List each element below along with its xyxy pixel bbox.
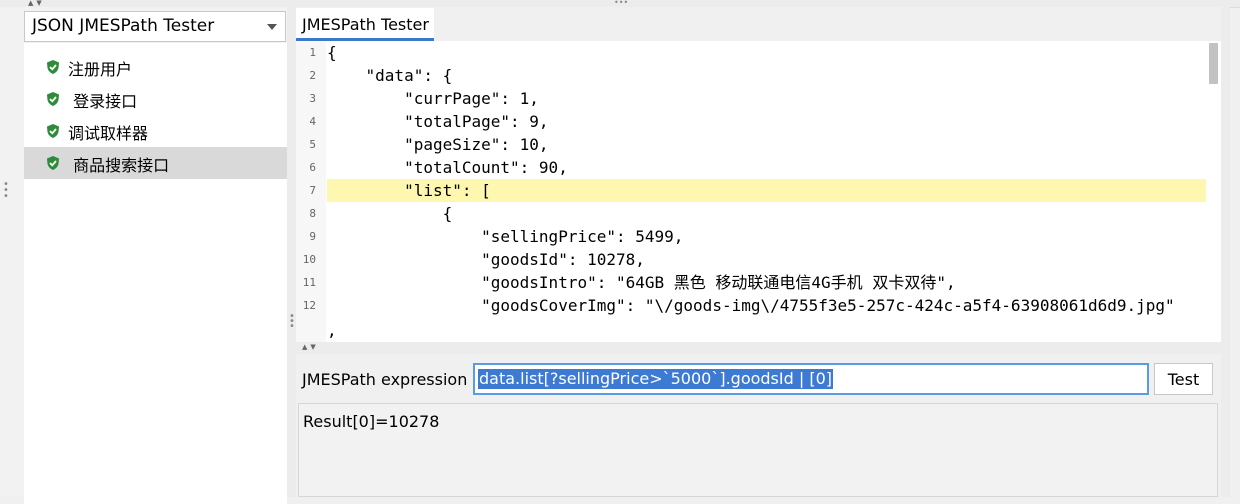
result-text: Result[0]=10278 (303, 412, 440, 431)
code-line: , (327, 321, 337, 340)
line-number: 2 (309, 69, 316, 82)
tab-jmespath-tester[interactable]: JMESPath Tester (296, 8, 434, 41)
line-number: 10 (302, 253, 316, 266)
test-button[interactable]: Test (1154, 363, 1213, 395)
right-edge-splitter[interactable] (1221, 7, 1230, 497)
code-line: "list": [ (327, 181, 491, 200)
code-line: "sellingPrice": 5499, (327, 227, 684, 246)
line-number: 12 (302, 299, 316, 312)
tree-item-debug-sampler[interactable]: 调试取样器 (24, 115, 287, 147)
code-line: "data": { (327, 66, 453, 85)
code-line: "goodsIntro": "64GB 黑色 移动联通电信4G手机 双卡双待", (327, 273, 956, 292)
horizontal-splitter[interactable]: ▲▼ (296, 342, 1221, 354)
vertical-splitter[interactable]: • • • (287, 7, 296, 497)
drag-dots-icon: ••• (289, 311, 295, 332)
code-line: "totalCount": 90, (327, 158, 568, 177)
test-button-label: Test (1167, 370, 1200, 389)
line-number-gutter: 1 2 3 4 5 6 7 8 9 10 11 12 (296, 41, 326, 342)
drag-dots-icon: ••• (614, 0, 629, 7)
code-line: "currPage": 1, (327, 89, 539, 108)
expression-input-value: data.list[?sellingPrice>`5000`].goodsId … (478, 369, 833, 389)
line-number: 1 (309, 46, 316, 59)
tree-item-goods-search[interactable]: 商品搜索接口 (24, 147, 287, 179)
line-number: 8 (309, 207, 316, 220)
code-line: "goodsId": 10278, (327, 250, 645, 269)
line-number: 3 (309, 92, 316, 105)
code-line: "totalPage": 9, (327, 112, 549, 131)
code-line: { (327, 204, 453, 223)
line-number: 9 (309, 230, 316, 243)
shield-check-icon (47, 156, 59, 170)
chevron-down-icon[interactable] (267, 24, 277, 30)
shield-check-icon (47, 60, 59, 74)
code-line: { (327, 43, 337, 62)
expression-input[interactable]: data.list[?sellingPrice>`5000`].goodsId … (473, 363, 1149, 395)
tester-panel: JMESPath Tester 1 2 3 4 5 6 7 8 9 10 11 … (296, 7, 1230, 497)
tree-item-login[interactable]: 登录接口 (24, 83, 287, 115)
line-number: 11 (302, 276, 316, 289)
result-area[interactable]: Result[0]=10278 (298, 403, 1218, 497)
line-number: 6 (309, 161, 316, 174)
drag-dots-icon: ••• (3, 179, 9, 202)
tree-item-label: 调试取样器 (68, 124, 149, 143)
response-editor[interactable]: 1 2 3 4 5 6 7 8 9 10 11 12 { "data": { "… (296, 41, 1221, 342)
tree-panel: • • • JSON JMESPath Tester 注册用户 登录接口 调试取样器 (0, 7, 287, 504)
tree-item-label: 注册用户 (68, 60, 133, 79)
line-number: 5 (309, 138, 316, 151)
tree-item-register[interactable]: 注册用户 (24, 51, 287, 83)
tree-item-label: 商品搜索接口 (68, 156, 170, 175)
expression-label: JMESPath expression (302, 370, 468, 389)
line-number: 4 (309, 115, 316, 128)
tab-label: JMESPath Tester (302, 15, 429, 34)
code-line: "pageSize": 10, (327, 135, 549, 154)
sampler-tree: 注册用户 登录接口 调试取样器 商品搜索接口 (24, 43, 287, 504)
tree-item-label: 登录接口 (68, 92, 138, 111)
collapse-arrows-icon[interactable]: ▲▼ (28, 0, 45, 7)
shield-check-icon (47, 92, 59, 106)
shield-check-icon (47, 124, 59, 138)
line-number: 7 (309, 184, 316, 197)
collapse-arrows-icon[interactable]: ▲▼ (302, 343, 319, 351)
code-line: "goodsCoverImg": "\/goods-img\/4755f3e5-… (327, 296, 1175, 315)
sampler-selector-value: JSON JMESPath Tester (32, 16, 215, 36)
sampler-selector[interactable]: JSON JMESPath Tester (24, 11, 286, 42)
editor-scrollbar[interactable] (1206, 41, 1221, 342)
scrollbar-thumb[interactable] (1209, 43, 1218, 84)
